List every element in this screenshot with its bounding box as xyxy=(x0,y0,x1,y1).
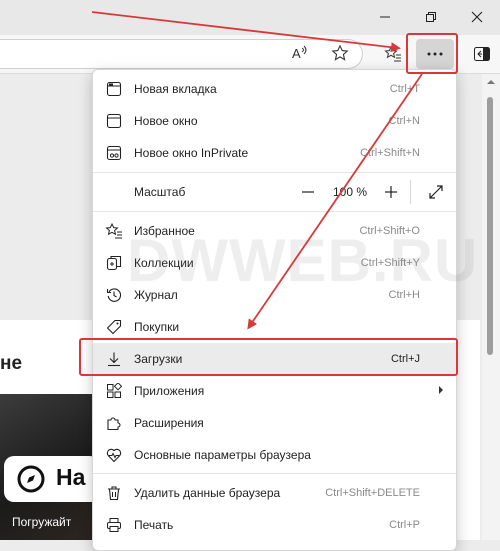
sidebar-icon xyxy=(474,47,490,61)
zoom-divider xyxy=(410,180,411,204)
close-window-button[interactable] xyxy=(465,5,489,29)
menu-item-label: Расширения xyxy=(134,416,204,430)
menu-item-shortcut: Ctrl+H xyxy=(388,289,420,301)
menu-item-new-window[interactable]: Новое окно Ctrl+N xyxy=(93,105,456,136)
browser-essentials-icon xyxy=(105,446,123,464)
bing-compass-icon xyxy=(17,465,45,493)
menu-item-shortcut: Ctrl+Shift+O xyxy=(359,225,420,237)
collections-icon xyxy=(105,254,123,272)
menu-item-shortcut: Ctrl+N xyxy=(388,115,420,127)
card-heading: не xyxy=(0,353,23,374)
menu-item-shortcut: Ctrl+P xyxy=(389,519,420,531)
search-box-label: На xyxy=(56,464,86,490)
history-icon xyxy=(105,286,123,304)
trash-icon xyxy=(105,484,123,502)
restore-icon xyxy=(426,12,436,22)
sidebar-toggle-button[interactable] xyxy=(470,42,494,66)
menu-item-label: Покупки xyxy=(134,320,180,334)
menu-item-history[interactable]: Журнал Ctrl+H xyxy=(93,279,456,310)
settings-menu: Новая вкладка Ctrl+T Новое окно Ctrl+N Н… xyxy=(92,69,457,551)
minimize-button[interactable] xyxy=(373,5,397,29)
fullscreen-icon xyxy=(429,185,443,199)
menu-item-label: Новое окно xyxy=(134,114,198,128)
read-aloud-button[interactable]: A xyxy=(288,41,312,65)
menu-item-label: Масштаб xyxy=(134,185,186,199)
menu-separator xyxy=(93,172,456,173)
new-tab-icon xyxy=(105,80,123,98)
restore-button[interactable] xyxy=(419,5,443,29)
menu-item-label: Новая вкладка xyxy=(134,82,217,96)
close-icon xyxy=(471,11,483,23)
menu-item-label: Коллекции xyxy=(134,256,194,270)
promo-text: Погружайт xyxy=(12,515,72,529)
menu-item-label: Удалить данные браузера xyxy=(134,486,281,500)
menu-item-shortcut: Ctrl+Shift+N xyxy=(360,147,420,159)
read-aloud-icon: A xyxy=(292,45,307,61)
minus-icon xyxy=(302,191,314,193)
extensions-icon xyxy=(105,414,123,432)
menu-item-collections[interactable]: Коллекции Ctrl+Shift+Y xyxy=(93,247,456,278)
menu-item-shortcut: Ctrl+Shift+Y xyxy=(360,257,420,269)
search-box[interactable]: На xyxy=(4,456,100,502)
scrollbar-thumb[interactable] xyxy=(487,97,493,355)
menu-item-clear-browsing-data[interactable]: Удалить данные браузера Ctrl+Shift+DELET… xyxy=(93,477,456,508)
menu-item-zoom: Масштаб 100 % xyxy=(93,176,456,207)
zoom-out-button[interactable] xyxy=(298,182,318,202)
shopping-tag-icon xyxy=(105,318,123,336)
menu-item-label: Журнал xyxy=(134,288,178,302)
menu-item-label: Основные параметры браузера xyxy=(134,448,311,462)
menu-item-favorites[interactable]: Избранное Ctrl+Shift+O xyxy=(93,215,456,246)
zoom-level: 100 % xyxy=(333,185,368,199)
zoom-in-button[interactable] xyxy=(381,182,401,202)
menu-item-new-inprivate-window[interactable]: Новое окно InPrivate Ctrl+Shift+N xyxy=(93,137,456,168)
menu-item-shortcut: Ctrl+T xyxy=(389,83,420,95)
favorites-list-icon xyxy=(384,45,401,62)
svg-text:A: A xyxy=(292,46,301,61)
menu-item-label: Печать xyxy=(134,518,174,532)
inprivate-icon xyxy=(105,144,123,162)
star-icon xyxy=(331,44,349,61)
highlight-box-more-button xyxy=(406,33,458,74)
menu-item-apps[interactable]: Приложения xyxy=(93,375,456,406)
scroll-up-icon[interactable] xyxy=(484,76,498,88)
address-bar[interactable]: A xyxy=(0,39,363,69)
menu-item-shortcut: Ctrl+Shift+DELETE xyxy=(325,487,420,499)
menu-item-browser-essentials[interactable]: Основные параметры браузера xyxy=(93,439,456,470)
menu-item-print[interactable]: Печать Ctrl+P xyxy=(93,509,456,540)
title-bar xyxy=(0,0,500,35)
submenu-arrow-icon xyxy=(439,386,443,394)
menu-item-label: Новое окно InPrivate xyxy=(134,146,249,160)
menu-separator xyxy=(93,211,456,212)
minimize-icon xyxy=(380,16,390,18)
favorite-star-button[interactable] xyxy=(328,41,352,65)
plus-icon xyxy=(385,186,397,198)
menu-item-label: Приложения xyxy=(134,384,205,398)
print-icon xyxy=(105,516,123,534)
highlight-box-downloads xyxy=(79,338,458,376)
favorites-icon xyxy=(105,222,123,240)
menu-item-label: Избранное xyxy=(134,224,195,238)
fullscreen-button[interactable] xyxy=(426,182,446,202)
new-window-icon xyxy=(105,112,123,130)
favorites-bar-button[interactable] xyxy=(381,42,405,66)
menu-item-new-tab[interactable]: Новая вкладка Ctrl+T xyxy=(93,73,456,104)
menu-item-extensions[interactable]: Расширения xyxy=(93,407,456,438)
apps-icon xyxy=(105,382,123,400)
menu-separator xyxy=(93,473,456,474)
